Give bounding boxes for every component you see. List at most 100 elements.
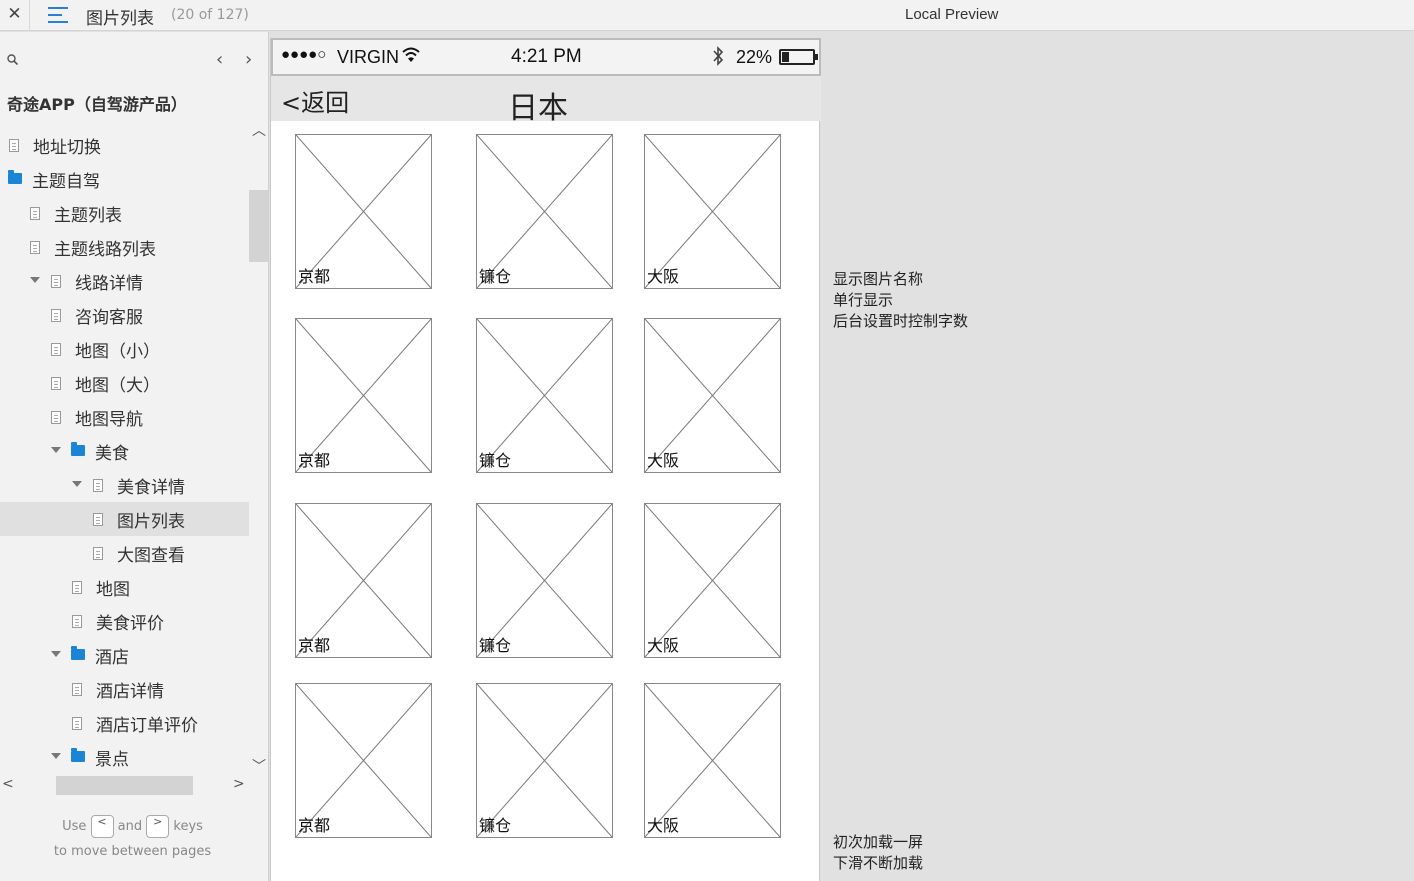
back-button[interactable]: <返回 xyxy=(281,83,349,118)
battery-icon xyxy=(779,49,818,65)
close-button[interactable]: ✕ xyxy=(0,0,30,31)
image-caption: 镰仓 xyxy=(479,816,512,835)
image-tile[interactable]: 京都 xyxy=(295,503,432,658)
folder-icon xyxy=(71,748,85,762)
nav-bar: <返回 日本 xyxy=(271,76,821,126)
sitemap-item[interactable]: 主题自驾 xyxy=(0,162,249,196)
expand-caret-icon[interactable] xyxy=(51,651,61,657)
page-icon xyxy=(72,615,82,628)
sitemap-item[interactable]: 咨询客服 xyxy=(0,298,249,332)
scrollbar-thumb[interactable] xyxy=(249,190,268,262)
folder-icon xyxy=(71,442,85,456)
scroll-left-icon[interactable]: < xyxy=(2,776,14,792)
help-keys: keys xyxy=(173,819,203,834)
sitemap-tree: 地址切换主题自驾主题列表主题线路列表线路详情 咨询客服地图（小） 地图（大） 地图导航… xyxy=(0,128,249,774)
image-caption: 京都 xyxy=(298,267,331,286)
search-icon[interactable] xyxy=(7,54,18,65)
sitemap-item-label: 酒店订单评价 xyxy=(96,716,198,736)
expand-caret-icon[interactable] xyxy=(51,753,61,759)
expand-caret-icon[interactable] xyxy=(51,447,61,453)
folder-icon xyxy=(8,170,22,184)
help-use: Use xyxy=(62,819,87,834)
image-tile[interactable]: 镰仓 xyxy=(476,134,613,289)
sitemap-item-label: 景点 xyxy=(95,750,129,770)
page-icon xyxy=(72,581,82,594)
horizontal-scrollbar[interactable]: < > xyxy=(0,776,249,796)
annotation-loading: 初次加载一屏 下滑不断加载 xyxy=(833,832,923,874)
image-caption: 大阪 xyxy=(647,267,680,286)
sitemap-item-label: 主题线路列表 xyxy=(54,240,156,260)
sitemap-item[interactable]: 美食 xyxy=(0,434,249,468)
sitemap-item-label: 地址切换 xyxy=(33,138,101,158)
sitemap-item[interactable]: 地图导航 xyxy=(0,400,249,434)
key-next-icon: > xyxy=(146,815,170,838)
sitemap-item-label: 地图（大） xyxy=(75,376,160,396)
image-tile[interactable]: 京都 xyxy=(295,683,432,838)
image-tile[interactable]: 镰仓 xyxy=(476,503,613,658)
image-tile[interactable]: 京都 xyxy=(295,318,432,473)
scroll-right-icon[interactable]: > xyxy=(233,776,245,792)
sitemap-item-label: 地图导航 xyxy=(75,410,143,430)
sitemap-item[interactable]: 酒店 xyxy=(0,638,249,672)
close-icon[interactable]: ✕ xyxy=(7,4,21,24)
page-icon xyxy=(30,241,40,254)
keyboard-help: Use < and > keys to move between pages xyxy=(0,814,265,864)
sitemap-item[interactable]: 地址切换 xyxy=(0,128,249,162)
preview-title: Local Preview xyxy=(905,6,999,23)
sitemap-item[interactable]: 线路详情 xyxy=(0,264,249,298)
annotation-image-name: 显示图片名称 单行显示 后台设置时控制字数 xyxy=(833,269,968,332)
previous-page-button[interactable]: ‹ xyxy=(216,49,223,70)
sitemap-item[interactable]: 主题列表 xyxy=(0,196,249,230)
bluetooth-icon xyxy=(713,46,724,66)
image-tile[interactable]: 京都 xyxy=(295,134,432,289)
image-tile[interactable]: 大阪 xyxy=(644,318,781,473)
image-caption: 大阪 xyxy=(647,636,680,655)
sitemap-item[interactable]: 图片列表 xyxy=(0,502,249,536)
sitemap-item[interactable]: 地图（大） xyxy=(0,366,249,400)
page-icon xyxy=(51,343,61,356)
image-caption: 镰仓 xyxy=(479,267,512,286)
sitemap-item-label: 主题列表 xyxy=(54,206,122,226)
image-caption: 镰仓 xyxy=(479,451,512,470)
sitemap-item-label: 酒店详情 xyxy=(96,682,164,702)
annotation-line: 下滑不断加载 xyxy=(833,854,924,872)
next-page-button[interactable]: › xyxy=(245,49,252,70)
expand-caret-icon[interactable] xyxy=(72,481,82,487)
sitemap-item[interactable]: 酒店详情 xyxy=(0,672,249,706)
image-tile[interactable]: 大阪 xyxy=(644,503,781,658)
horizontal-scrollbar-thumb[interactable] xyxy=(56,776,193,795)
sitemap-item[interactable]: 地图 xyxy=(0,570,249,604)
sitemap-item[interactable]: 地图（小） xyxy=(0,332,249,366)
sitemap-item[interactable]: 酒店订单评价 xyxy=(0,706,249,740)
vertical-scrollbar[interactable]: ︿ ﹀ xyxy=(249,120,269,776)
search-row: ‹ › xyxy=(0,46,269,74)
image-caption: 大阪 xyxy=(647,816,680,835)
key-prev-icon: < xyxy=(90,815,114,838)
sitemap-item-label: 图片列表 xyxy=(117,512,185,532)
expand-caret-icon[interactable] xyxy=(30,277,40,283)
sitemap-item-label: 地图（小） xyxy=(75,342,160,362)
sitemap-item-label: 酒店 xyxy=(95,648,129,668)
image-tile[interactable]: 镰仓 xyxy=(476,683,613,838)
page-icon xyxy=(93,479,103,492)
page-icon xyxy=(51,377,61,390)
sitemap-sidebar: ‹ › 奇途APP（自驾游产品） 地址切换 主题自驾 主题列表 主题线路列表 线路详情咨… xyxy=(0,32,269,881)
sitemap-item[interactable]: 美食评价 xyxy=(0,604,249,638)
status-bar: ●●●●○ VIRGIN 4:21 PM 22% xyxy=(271,38,821,76)
scroll-down-icon[interactable]: ﹀ xyxy=(252,756,266,776)
sitemap-toggle-icon[interactable] xyxy=(48,6,68,24)
sitemap-item[interactable]: 大图查看 xyxy=(0,536,249,570)
battery-percent: 22% xyxy=(736,47,773,67)
page-title: 图片列表 xyxy=(86,9,154,29)
image-tile[interactable]: 镰仓 xyxy=(476,318,613,473)
page-icon xyxy=(72,683,82,696)
page-icon xyxy=(30,207,40,220)
image-caption: 大阪 xyxy=(647,451,680,470)
sitemap-item[interactable]: 主题线路列表 xyxy=(0,230,249,264)
sitemap-item[interactable]: 美食详情 xyxy=(0,468,249,502)
image-tile[interactable]: 大阪 xyxy=(644,683,781,838)
clock: 4:21 PM xyxy=(511,46,582,67)
scroll-up-icon[interactable]: ︿ xyxy=(252,120,266,140)
image-tile[interactable]: 大阪 xyxy=(644,134,781,289)
sitemap-item[interactable]: 景点 xyxy=(0,740,249,774)
